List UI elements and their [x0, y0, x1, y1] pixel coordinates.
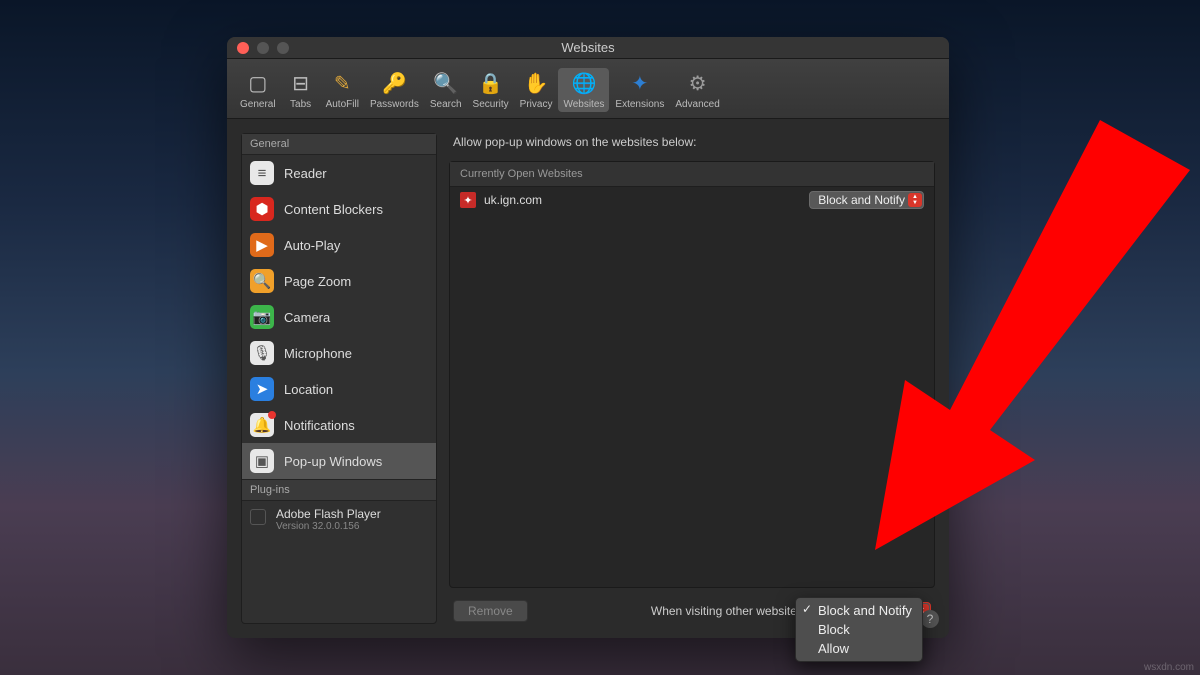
sidebar-item-page-zoom[interactable]: 🔍 Page Zoom	[242, 263, 436, 299]
toolbar-label: Advanced	[675, 99, 719, 110]
toolbar-label: Tabs	[290, 99, 311, 110]
toolbar-security[interactable]: 🔒Security	[468, 68, 514, 112]
sidebar-item-camera[interactable]: 📷 Camera	[242, 299, 436, 335]
search-icon: 🔍	[432, 70, 460, 98]
toolbar-general[interactable]: ▢General	[235, 68, 281, 112]
notifications-icon: 🔔	[250, 413, 274, 437]
plugin-version: Version 32.0.0.156	[276, 521, 381, 532]
auto-play-icon: ▶	[250, 233, 274, 257]
default-setting-dropdown: Block and NotifyBlockAllow	[795, 597, 923, 662]
security-icon: 🔒	[477, 70, 505, 98]
toolbar-extensions[interactable]: ✦Extensions	[610, 68, 669, 112]
instruction-text: Allow pop-up windows on the websites bel…	[449, 133, 935, 151]
toolbar-label: General	[240, 99, 276, 110]
toolbar-label: Security	[473, 99, 509, 110]
window-controls	[227, 42, 289, 54]
toolbar-tabs[interactable]: ⊟Tabs	[282, 68, 320, 112]
preferences-toolbar: ▢General⊟Tabs✎AutoFill🔑Passwords🔍Search🔒…	[227, 59, 949, 119]
site-setting-select[interactable]: Block and Notify▲▼	[809, 191, 924, 209]
page-zoom-icon: 🔍	[250, 269, 274, 293]
websites-list: Currently Open Websites ✦ uk.ign.com Block…	[449, 161, 935, 588]
plugin-row[interactable]: Adobe Flash Player Version 32.0.0.156	[242, 501, 436, 538]
toolbar-label: Privacy	[520, 99, 553, 110]
plugin-checkbox[interactable]	[250, 509, 266, 525]
toolbar-autofill[interactable]: ✎AutoFill	[321, 68, 364, 112]
sidebar-header-plugins: Plug-ins	[242, 479, 436, 501]
site-favicon-icon: ✦	[460, 192, 476, 208]
toolbar-websites[interactable]: 🌐Websites	[558, 68, 609, 112]
sidebar-item-label: Auto-Play	[284, 238, 340, 253]
select-arrows-icon: ▲▼	[908, 193, 922, 207]
content-area: General ≡ Reader ⬢ Content Blockers ▶ Auto-Pl…	[227, 119, 949, 638]
site-row[interactable]: ✦ uk.ign.com Block and Notify▲▼	[450, 187, 934, 213]
toolbar-label: Extensions	[615, 99, 664, 110]
window-title: Websites	[227, 40, 949, 55]
sidebar-item-label: Notifications	[284, 418, 355, 433]
toolbar-search[interactable]: 🔍Search	[425, 68, 467, 112]
location-icon: ➤	[250, 377, 274, 401]
sidebar-item-notifications[interactable]: 🔔 Notifications	[242, 407, 436, 443]
close-window-button[interactable]	[237, 42, 249, 54]
content-blockers-icon: ⬢	[250, 197, 274, 221]
sidebar-item-label: Page Zoom	[284, 274, 351, 289]
watermark: wsxdn.com	[1144, 662, 1194, 673]
passwords-icon: 🔑	[380, 70, 408, 98]
sidebar: General ≡ Reader ⬢ Content Blockers ▶ Auto-Pl…	[241, 133, 437, 624]
toolbar-advanced[interactable]: ⚙Advanced	[670, 68, 724, 112]
dropdown-option[interactable]: Block	[796, 620, 922, 639]
main-panel: Allow pop-up windows on the websites bel…	[449, 133, 935, 624]
plugin-name: Adobe Flash Player	[276, 507, 381, 521]
remove-button[interactable]: Remove	[453, 600, 528, 622]
sidebar-item-label: Content Blockers	[284, 202, 383, 217]
extensions-icon: ✦	[626, 70, 654, 98]
tabs-icon: ⊟	[287, 70, 315, 98]
sidebar-item-popups[interactable]: ▣ Pop-up Windows	[242, 443, 436, 479]
websites-icon: 🌐	[570, 70, 598, 98]
reader-icon: ≡	[250, 161, 274, 185]
preferences-window: Websites ▢General⊟Tabs✎AutoFill🔑Password…	[227, 37, 949, 638]
dropdown-option[interactable]: Allow	[796, 639, 922, 658]
list-header: Currently Open Websites	[450, 162, 934, 187]
autofill-icon: ✎	[328, 70, 356, 98]
sidebar-item-microphone[interactable]: 🎙 Microphone	[242, 335, 436, 371]
toolbar-privacy[interactable]: ✋Privacy	[515, 68, 558, 112]
sidebar-item-label: Microphone	[284, 346, 352, 361]
help-button[interactable]: ?	[921, 610, 939, 628]
toolbar-label: AutoFill	[326, 99, 359, 110]
sidebar-item-reader[interactable]: ≡ Reader	[242, 155, 436, 191]
camera-icon: 📷	[250, 305, 274, 329]
sidebar-item-auto-play[interactable]: ▶ Auto-Play	[242, 227, 436, 263]
titlebar: Websites	[227, 37, 949, 59]
microphone-icon: 🎙	[250, 341, 274, 365]
site-host: uk.ign.com	[484, 193, 542, 207]
sidebar-item-location[interactable]: ➤ Location	[242, 371, 436, 407]
notification-badge	[268, 411, 276, 419]
sidebar-item-label: Pop-up Windows	[284, 454, 382, 469]
sidebar-item-label: Camera	[284, 310, 330, 325]
sidebar-item-label: Location	[284, 382, 333, 397]
sidebar-item-label: Reader	[284, 166, 327, 181]
sidebar-item-content-blockers[interactable]: ⬢ Content Blockers	[242, 191, 436, 227]
footer-row: Remove When visiting other websites: Blo…	[449, 598, 935, 624]
toolbar-label: Websites	[563, 99, 604, 110]
sidebar-header-general: General	[242, 134, 436, 155]
minimize-window-button[interactable]	[257, 42, 269, 54]
other-websites-label: When visiting other websites:	[651, 604, 806, 618]
dropdown-option[interactable]: Block and Notify	[796, 601, 922, 620]
toolbar-label: Search	[430, 99, 462, 110]
toolbar-passwords[interactable]: 🔑Passwords	[365, 68, 424, 112]
zoom-window-button[interactable]	[277, 42, 289, 54]
toolbar-label: Passwords	[370, 99, 419, 110]
popups-icon: ▣	[250, 449, 274, 473]
general-icon: ▢	[244, 70, 272, 98]
advanced-icon: ⚙	[684, 70, 712, 98]
site-setting-value: Block and Notify	[818, 193, 905, 207]
privacy-icon: ✋	[522, 70, 550, 98]
